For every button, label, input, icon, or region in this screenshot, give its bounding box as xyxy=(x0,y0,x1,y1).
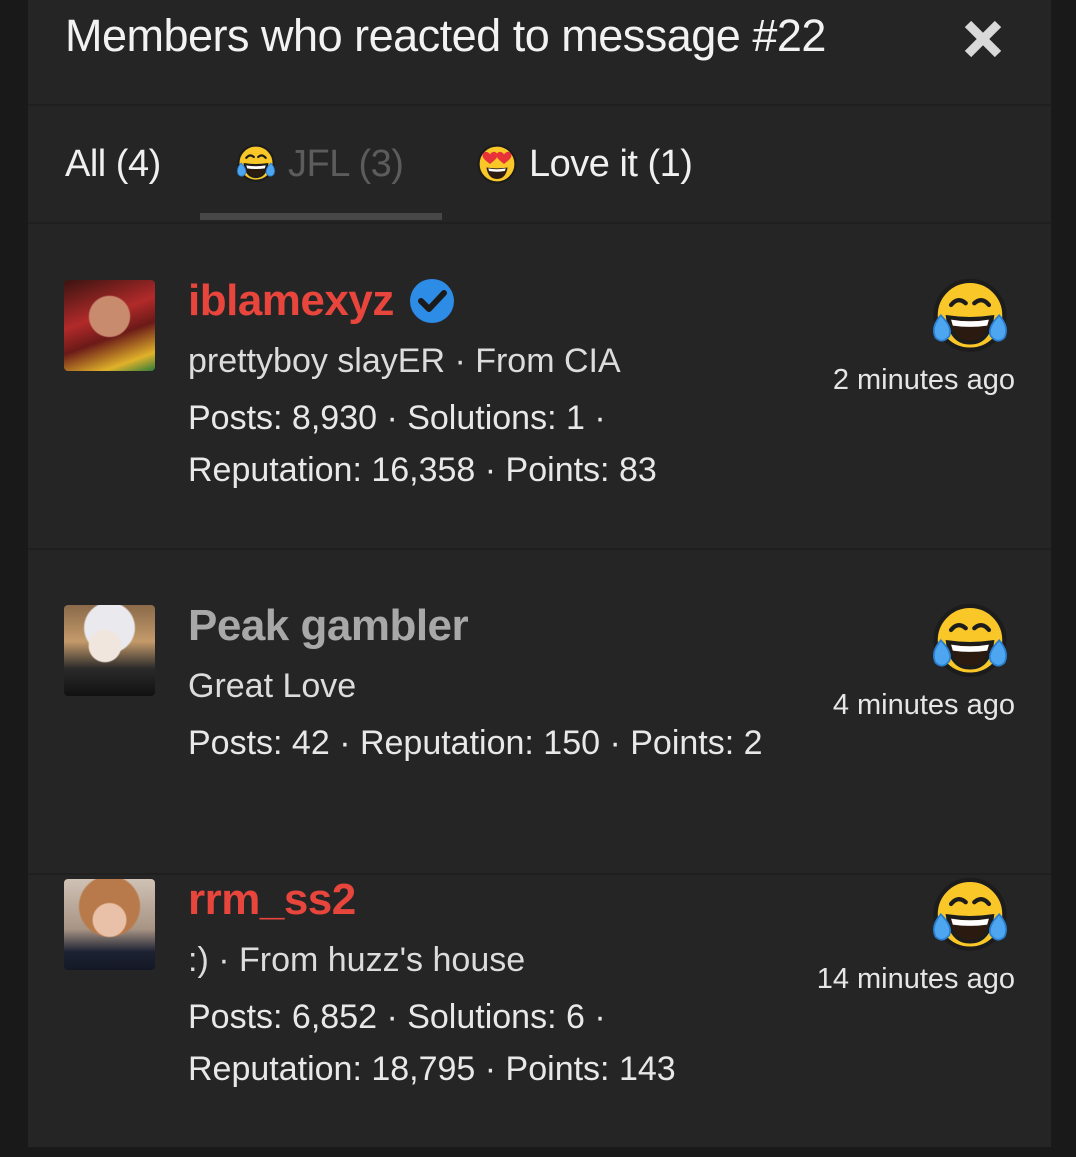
tab-love-it-label: Love it (1) xyxy=(529,142,693,185)
laughing-crying-emoji-icon xyxy=(927,599,1013,685)
member-name[interactable]: Peak gambler xyxy=(188,601,469,651)
tab-all[interactable]: All (4) xyxy=(65,136,161,192)
member-title: :) · From huzz's house xyxy=(188,941,526,979)
reaction-time: 2 minutes ago xyxy=(832,364,1015,396)
tab-all-label: All (4) xyxy=(65,142,161,185)
active-tab-indicator xyxy=(200,213,442,220)
avatar[interactable] xyxy=(64,280,155,371)
reactions-dialog: Members who reacted to message #22 All (… xyxy=(27,0,1052,1148)
member-row: rrm_ss2 :) · From huzz's house Posts: 6,… xyxy=(28,823,1051,1147)
reaction-time: 4 minutes ago xyxy=(832,689,1015,721)
member-name[interactable]: iblamexyz xyxy=(188,276,456,326)
verified-badge-icon xyxy=(409,279,454,323)
member-row: iblamexyz prettyboy slayER · From CIA Po… xyxy=(28,224,1051,550)
laughing-crying-emoji-icon xyxy=(927,274,1013,360)
tab-jfl-label: JFL (3) xyxy=(288,142,404,185)
reaction-time: 14 minutes ago xyxy=(816,963,1015,995)
dialog-title: Members who reacted to message #22 xyxy=(65,10,826,61)
close-icon[interactable] xyxy=(958,14,1008,64)
avatar[interactable] xyxy=(64,605,155,696)
member-stats: Posts: 8,930 · Solutions: 1 · Reputation… xyxy=(188,399,657,489)
tab-jfl[interactable]: JFL (3) xyxy=(234,136,404,192)
member-title: Great Love xyxy=(188,667,357,705)
member-name-text: rrm_ss2 xyxy=(188,875,356,924)
tab-love-it[interactable]: Love it (1) xyxy=(475,136,693,192)
dialog-header: Members who reacted to message #22 xyxy=(28,0,1051,106)
member-name[interactable]: rrm_ss2 xyxy=(188,875,356,925)
member-name-text: iblamexyz xyxy=(188,276,394,325)
member-stats: Posts: 6,852 · Solutions: 6 · Reputation… xyxy=(188,998,676,1088)
member-stats: Posts: 42 · Reputation: 150 · Points: 2 xyxy=(188,724,763,762)
laughing-crying-emoji-icon xyxy=(927,873,1013,959)
heart-eyes-emoji-icon xyxy=(475,142,519,186)
member-name-text: Peak gambler xyxy=(188,601,469,650)
avatar[interactable] xyxy=(64,879,155,970)
reaction-tabs: All (4) JFL (3) Love it (1) xyxy=(28,106,1051,224)
laughing-crying-emoji-icon xyxy=(234,142,278,186)
member-title: prettyboy slayER · From CIA xyxy=(188,342,621,380)
